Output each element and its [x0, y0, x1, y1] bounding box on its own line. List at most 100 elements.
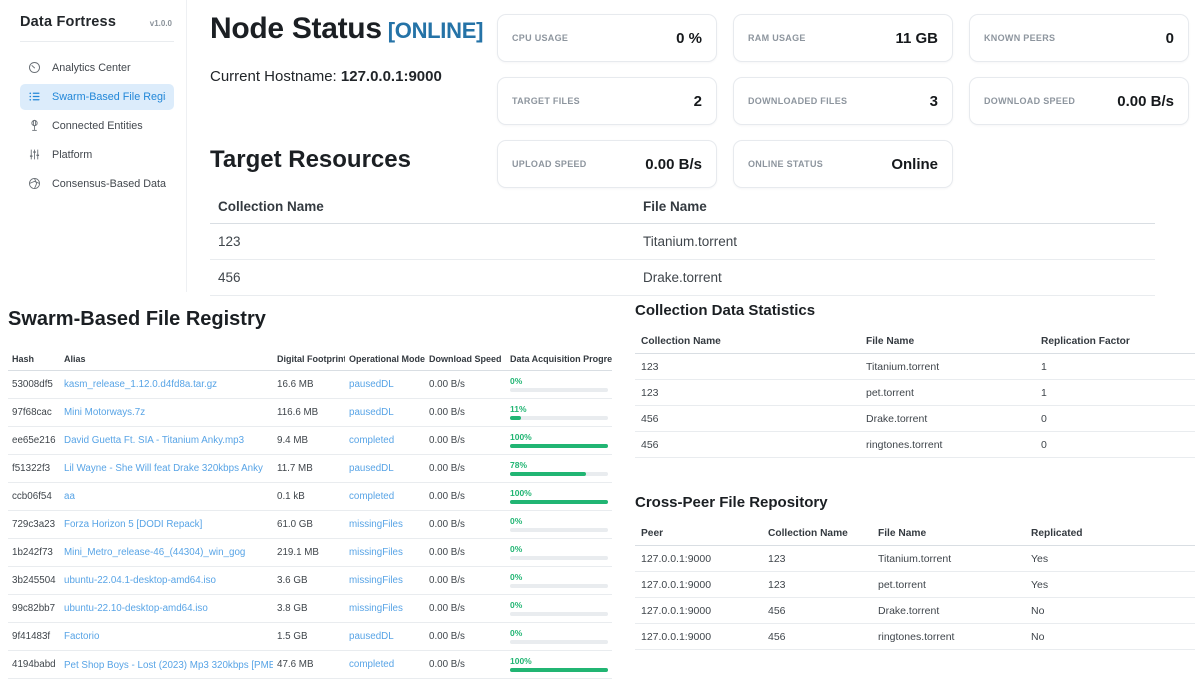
column-header-replicated: Replicated	[1025, 522, 1195, 546]
cross-peer-table: PeerCollection NameFile NameReplicated12…	[635, 522, 1195, 650]
hash-cell: 1b242f73	[8, 539, 60, 567]
sidebar-item-label: Analytics Center	[52, 62, 131, 74]
file-link[interactable]: aa	[64, 491, 75, 502]
file-link[interactable]: ubuntu-22.10-desktop-amd64.iso	[64, 603, 208, 614]
mode-link[interactable]: missingFiles	[349, 603, 403, 614]
progress-percent: 0%	[510, 573, 608, 582]
mode-cell: pausedDL	[345, 399, 425, 427]
table-row: 123Titanium.torrent1	[635, 354, 1195, 380]
table-row: 99c82bb7ubuntu-22.10-desktop-amd64.iso3.…	[8, 595, 612, 623]
table-row: 127.0.0.1:9000123pet.torrentYes	[635, 572, 1195, 598]
cell: 456	[635, 406, 860, 432]
table-row: ccb06f54aa0.1 kBcompleted0.00 B/s100%	[8, 483, 612, 511]
table-row: 4194babdPet Shop Boys - Lost (2023) Mp3 …	[8, 651, 612, 679]
sidebar-item-connected-entities[interactable]: Connected Entities	[20, 113, 174, 139]
size-cell: 116.6 MB	[273, 399, 345, 427]
sidebar-item-swarm-based-file-registry[interactable]: Swarm-Based File Registry	[20, 84, 174, 110]
table-row: 127.0.0.1:9000456ringtones.torrentNo	[635, 624, 1195, 650]
progress-bar-fill	[510, 668, 608, 672]
alias-cell: ubuntu-22.10-desktop-amd64.iso	[60, 595, 273, 623]
alias-cell: Mini_Metro_release-46_(44304)_win_gog	[60, 539, 273, 567]
file-link[interactable]: Forza Horizon 5 [DODI Repack]	[64, 519, 202, 530]
table-row: 729c3a23Forza Horizon 5 [DODI Repack]61.…	[8, 511, 612, 539]
page-header: Node Status[ONLINE] Current Hostname: 12…	[210, 12, 483, 85]
alias-cell: Forza Horizon 5 [DODI Repack]	[60, 511, 273, 539]
progress-cell: 100%	[506, 651, 612, 679]
sidebar-item-analytics-center[interactable]: Analytics Center	[20, 55, 174, 81]
file-link[interactable]: kasm_release_1.12.0.d4fd8a.tar.gz	[64, 379, 217, 390]
mode-link[interactable]: missingFiles	[349, 575, 403, 586]
stat-card-upload-speed: UPLOAD SPEED0.00 B/s	[497, 140, 717, 188]
column-header-collection-name: Collection Name	[210, 190, 635, 224]
mode-cell: missingFiles	[345, 539, 425, 567]
table-row: 123Titanium.torrent	[210, 224, 1155, 260]
stat-card-label: UPLOAD SPEED	[512, 159, 587, 169]
progress-percent: 0%	[510, 377, 608, 386]
size-cell: 3.8 GB	[273, 595, 345, 623]
alias-cell: aa	[60, 483, 273, 511]
speed-cell: 0.00 B/s	[425, 371, 506, 399]
stat-card-value: 0 %	[676, 30, 702, 47]
progress-bar	[510, 388, 608, 392]
progress-cell: 0%	[506, 567, 612, 595]
file-link[interactable]: ubuntu-22.04.1-desktop-amd64.iso	[64, 575, 216, 586]
mode-cell: completed	[345, 651, 425, 679]
progress-bar	[510, 584, 608, 588]
file-link[interactable]: Factorio	[64, 631, 99, 642]
speed-cell: 0.00 B/s	[425, 399, 506, 427]
file-link[interactable]: Mini Motorways.7z	[64, 407, 145, 418]
sidebar-item-label: Connected Entities	[52, 120, 143, 132]
header-row: Collection NameFile Name	[210, 190, 1155, 224]
stat-card-ram-usage: RAM USAGE11 GB	[733, 14, 953, 62]
cell: Titanium.torrent	[860, 354, 1035, 380]
mode-link[interactable]: pausedDL	[349, 463, 394, 474]
hash-cell: 97f68cac	[8, 399, 60, 427]
column-header-collection-name: Collection Name	[762, 522, 872, 546]
hash-cell: ccb06f54	[8, 483, 60, 511]
header-row: PeerCollection NameFile NameReplicated	[635, 522, 1195, 546]
stat-card-download-speed: DOWNLOAD SPEED0.00 B/s	[969, 77, 1189, 125]
mode-link[interactable]: completed	[349, 491, 394, 502]
mode-link[interactable]: completed	[349, 659, 394, 670]
file-link[interactable]: David Guetta Ft. SIA - Titanium Anky.mp3	[64, 435, 244, 446]
cell: 456	[762, 598, 872, 624]
sidebar-item-consensus-based-data-network[interactable]: Consensus-Based Data Network	[20, 171, 174, 197]
mode-link[interactable]: completed	[349, 435, 394, 446]
table-row: 456Drake.torrent	[210, 260, 1155, 296]
progress-percent: 100%	[510, 657, 608, 666]
sidebar-item-platform[interactable]: Platform	[20, 142, 174, 168]
progress-bar-fill	[510, 472, 586, 476]
progress-bar-fill	[510, 416, 521, 420]
table-row: 1b242f73 Mini_Metro_release-46_(44304)_wi…	[8, 539, 612, 567]
mode-link[interactable]: missingFiles	[349, 519, 403, 530]
cell: 127.0.0.1:9000	[635, 546, 762, 572]
stat-card-target-files: TARGET FILES2	[497, 77, 717, 125]
cell: 456	[210, 260, 635, 296]
file-link[interactable]: Pet Shop Boys - Lost (2023) Mp3 320kbps …	[64, 660, 273, 671]
cell: 0	[1035, 406, 1195, 432]
alias-cell: Lil Wayne - She Will feat Drake 320kbps …	[60, 455, 273, 483]
cell: 1	[1035, 380, 1195, 406]
mode-link[interactable]: pausedDL	[349, 407, 394, 418]
cell: pet.torrent	[860, 380, 1035, 406]
mode-cell: completed	[345, 427, 425, 455]
stat-card-online-status: ONLINE STATUSOnline	[733, 140, 953, 188]
mode-link[interactable]: pausedDL	[349, 379, 394, 390]
file-link[interactable]: Lil Wayne - She Will feat Drake 320kbps …	[64, 463, 263, 474]
progress-percent: 11%	[510, 405, 608, 414]
mode-link[interactable]: missingFiles	[349, 547, 403, 558]
mode-link[interactable]: pausedDL	[349, 631, 394, 642]
cell: Drake.torrent	[860, 406, 1035, 432]
progress-bar	[510, 556, 608, 560]
progress-bar	[510, 528, 608, 532]
column-header-collection-name: Collection Name	[635, 330, 860, 354]
progress-bar	[510, 668, 608, 672]
hostname-label: Current Hostname:	[210, 68, 337, 85]
sidebar-item-label: Platform	[52, 149, 92, 161]
sidebar-item-label: Consensus-Based Data Network	[52, 178, 166, 190]
alias-cell: kasm_release_1.12.0.d4fd8a.tar.gz	[60, 371, 273, 399]
sidebar-header: Data Fortress v1.0.0	[20, 14, 174, 42]
stat-card-label: DOWNLOADED FILES	[748, 96, 847, 106]
file-link[interactable]: Mini_Metro_release-46_(44304)_win_gog	[64, 547, 245, 558]
column-header-hash: Hash	[8, 348, 60, 371]
